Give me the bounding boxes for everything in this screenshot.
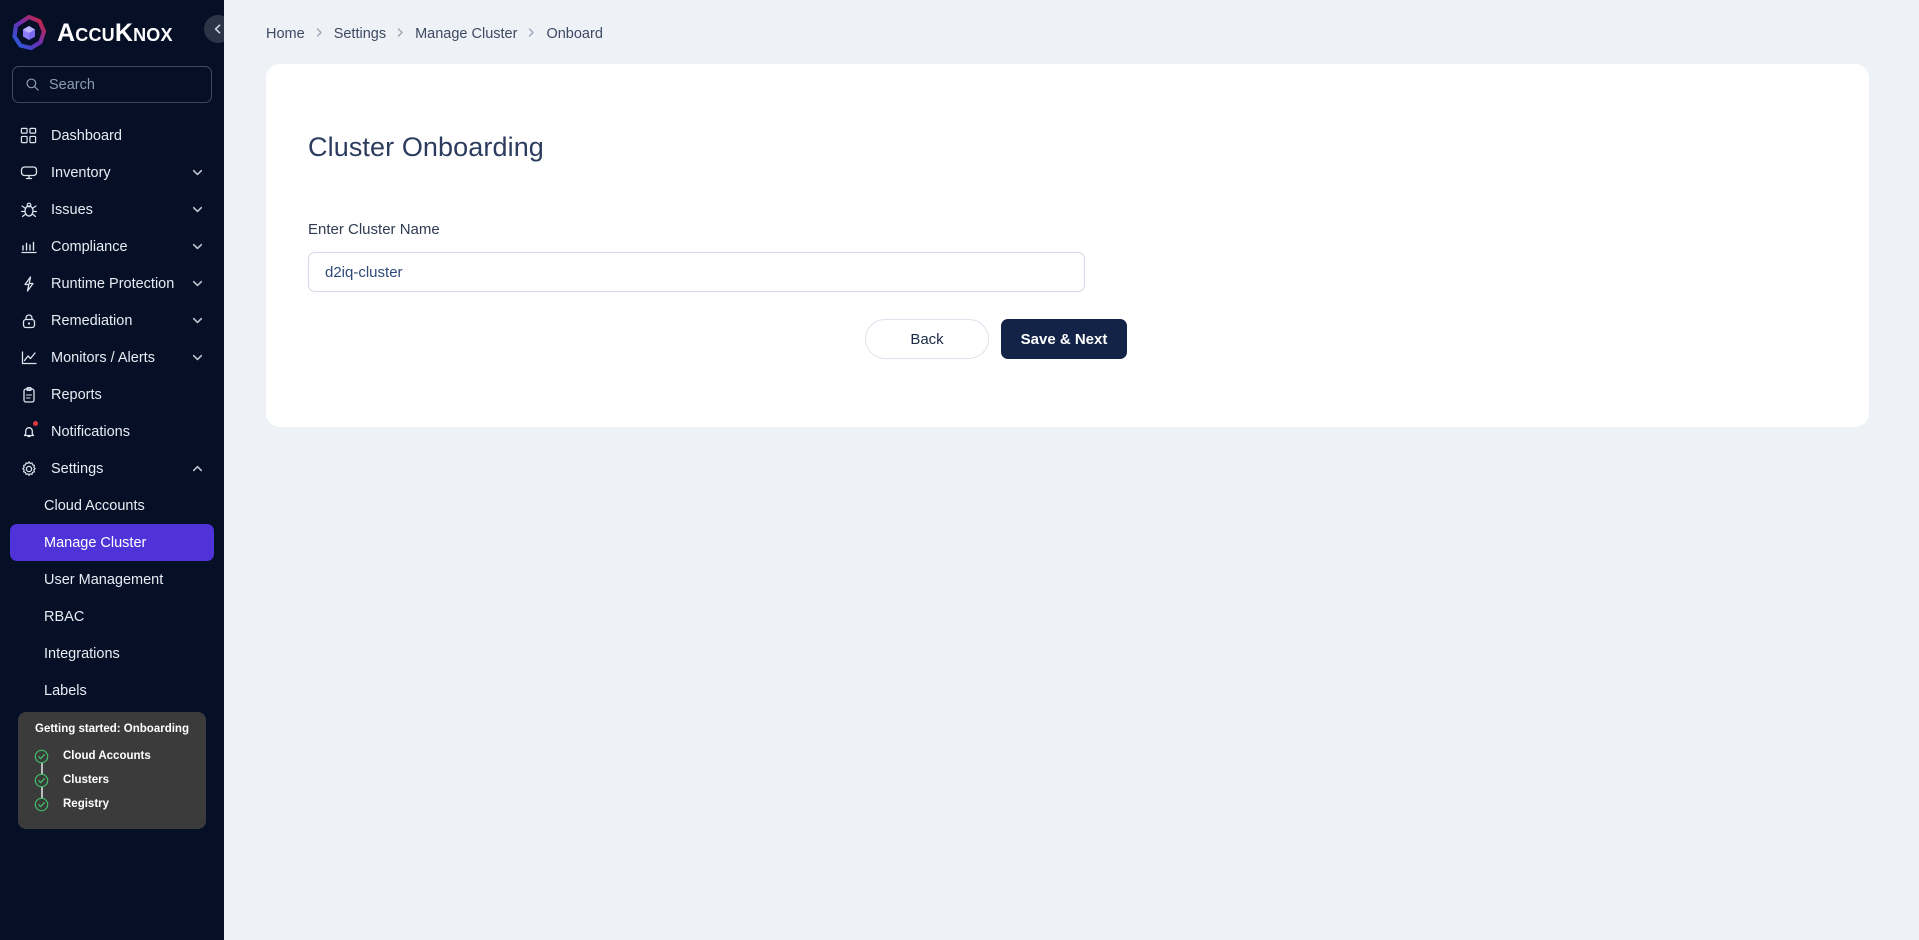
chevron-down-icon[interactable] — [191, 314, 205, 328]
sidebar-subitem-label: Integrations — [44, 645, 120, 662]
step-label: Cloud Accounts — [63, 750, 151, 762]
sidebar-item-labels[interactable]: Labels — [10, 672, 214, 709]
chevron-down-icon[interactable] — [191, 277, 205, 291]
chevron-down-icon[interactable] — [191, 166, 205, 180]
chevron-right-icon — [527, 27, 536, 41]
back-button[interactable]: Back — [865, 319, 989, 359]
sidebar-subitem-label: Cloud Accounts — [44, 497, 145, 514]
bolt-icon — [19, 274, 38, 293]
save-and-next-button[interactable]: Save & Next — [1001, 319, 1127, 359]
sidebar-item-reports[interactable]: Reports — [10, 376, 214, 413]
clipboard-icon — [19, 385, 38, 404]
sidebar-item-compliance[interactable]: Compliance — [10, 228, 214, 265]
breadcrumb: Home Settings Manage Cluster Onboard — [224, 0, 1919, 48]
getting-started-steps: Cloud Accounts Clusters Registry — [30, 744, 194, 816]
bell-icon — [19, 421, 38, 441]
breadcrumb-item-home[interactable]: Home — [266, 26, 305, 42]
grid-icon — [19, 126, 38, 145]
brand-name: AccuKnox — [57, 18, 173, 47]
sidebar-item-cloud-accounts[interactable]: Cloud Accounts — [10, 487, 214, 524]
chart-icon — [19, 237, 38, 256]
sidebar-nav: Dashboard Inventory Issues Compliance Ru… — [0, 117, 224, 709]
sidebar-item-settings[interactable]: Settings — [10, 450, 214, 487]
step-label: Clusters — [63, 774, 110, 786]
chevron-up-icon[interactable] — [191, 462, 205, 476]
sidebar-item-rbac[interactable]: RBAC — [10, 598, 214, 635]
main-content: Home Settings Manage Cluster Onboard Clu… — [224, 0, 1919, 940]
sidebar-item-issues[interactable]: Issues — [10, 191, 214, 228]
accuknox-cube-logo-icon — [10, 14, 48, 52]
sidebar-item-notifications[interactable]: Notifications — [10, 413, 214, 450]
step-label: Registry — [63, 798, 110, 810]
getting-started-panel: Getting started: Onboarding Cloud Accoun… — [18, 712, 206, 829]
cluster-name-label: Enter Cluster Name — [308, 221, 440, 238]
sidebar-item-label: Settings — [51, 460, 104, 477]
check-circle-icon — [34, 773, 49, 788]
chevron-right-icon — [315, 27, 324, 41]
sidebar-collapse-button[interactable] — [204, 15, 224, 43]
chevron-left-icon — [214, 24, 221, 34]
brand[interactable]: AccuKnox — [0, 0, 224, 62]
sidebar: AccuKnox Search Dashboard Inventory Issu… — [0, 0, 224, 940]
monitor-icon — [19, 163, 38, 182]
getting-started-step[interactable]: Registry — [34, 792, 194, 816]
sidebar-item-label: Reports — [51, 386, 102, 403]
gear-icon — [19, 459, 38, 478]
sidebar-item-label: Compliance — [51, 238, 128, 255]
sidebar-item-label: Issues — [51, 201, 93, 218]
line-chart-icon — [19, 348, 38, 367]
chevron-down-icon[interactable] — [191, 203, 205, 217]
sidebar-item-label: Notifications — [51, 423, 130, 440]
cluster-onboarding-card: Cluster Onboarding Enter Cluster Name Ba… — [266, 64, 1869, 427]
sidebar-item-inventory[interactable]: Inventory — [10, 154, 214, 191]
cluster-name-input[interactable] — [308, 252, 1085, 292]
sidebar-subitem-label: Labels — [44, 682, 87, 699]
app-root: AccuKnox Search Dashboard Inventory Issu… — [0, 0, 1919, 940]
sidebar-item-label: Remediation — [51, 312, 133, 329]
cluster-name-input-row — [266, 238, 1869, 292]
sidebar-item-integrations[interactable]: Integrations — [10, 635, 214, 672]
sidebar-item-label: Monitors / Alerts — [51, 349, 155, 366]
getting-started-title: Getting started: Onboarding — [35, 723, 189, 735]
page-title: Cluster Onboarding — [308, 132, 544, 162]
sidebar-item-runtime-protection[interactable]: Runtime Protection — [10, 265, 214, 302]
bug-icon — [19, 200, 38, 219]
search-placeholder: Search — [49, 76, 95, 93]
check-circle-icon — [34, 749, 49, 764]
getting-started-step[interactable]: Clusters — [34, 768, 194, 792]
sidebar-item-dashboard[interactable]: Dashboard — [10, 117, 214, 154]
search-input[interactable]: Search — [12, 66, 212, 103]
sidebar-item-label: Dashboard — [51, 127, 122, 144]
sidebar-subitem-label: Manage Cluster — [44, 534, 147, 551]
sidebar-item-user-management[interactable]: User Management — [10, 561, 214, 598]
sidebar-item-label: Runtime Protection — [51, 275, 175, 292]
getting-started-step[interactable]: Cloud Accounts — [34, 744, 194, 768]
breadcrumb-item-manage-cluster[interactable]: Manage Cluster — [415, 26, 517, 42]
search-icon — [26, 78, 39, 91]
sidebar-subitem-label: User Management — [44, 571, 164, 588]
chevron-right-icon — [396, 27, 405, 41]
breadcrumb-item-onboard[interactable]: Onboard — [546, 26, 602, 42]
notification-badge-dot — [33, 421, 38, 426]
lock-icon — [19, 311, 38, 330]
chevron-down-icon[interactable] — [191, 351, 205, 365]
breadcrumb-item-settings[interactable]: Settings — [334, 26, 386, 42]
sidebar-subitem-label: RBAC — [44, 608, 85, 625]
sidebar-item-label: Inventory — [51, 164, 111, 181]
chevron-down-icon[interactable] — [191, 240, 205, 254]
check-circle-icon — [34, 797, 49, 812]
search-container: Search — [0, 66, 224, 103]
form-actions: Back Save & Next — [308, 292, 1127, 359]
sidebar-item-remediation[interactable]: Remediation — [10, 302, 214, 339]
sidebar-item-manage-cluster[interactable]: Manage Cluster — [10, 524, 214, 561]
sidebar-item-monitors-alerts[interactable]: Monitors / Alerts — [10, 339, 214, 376]
